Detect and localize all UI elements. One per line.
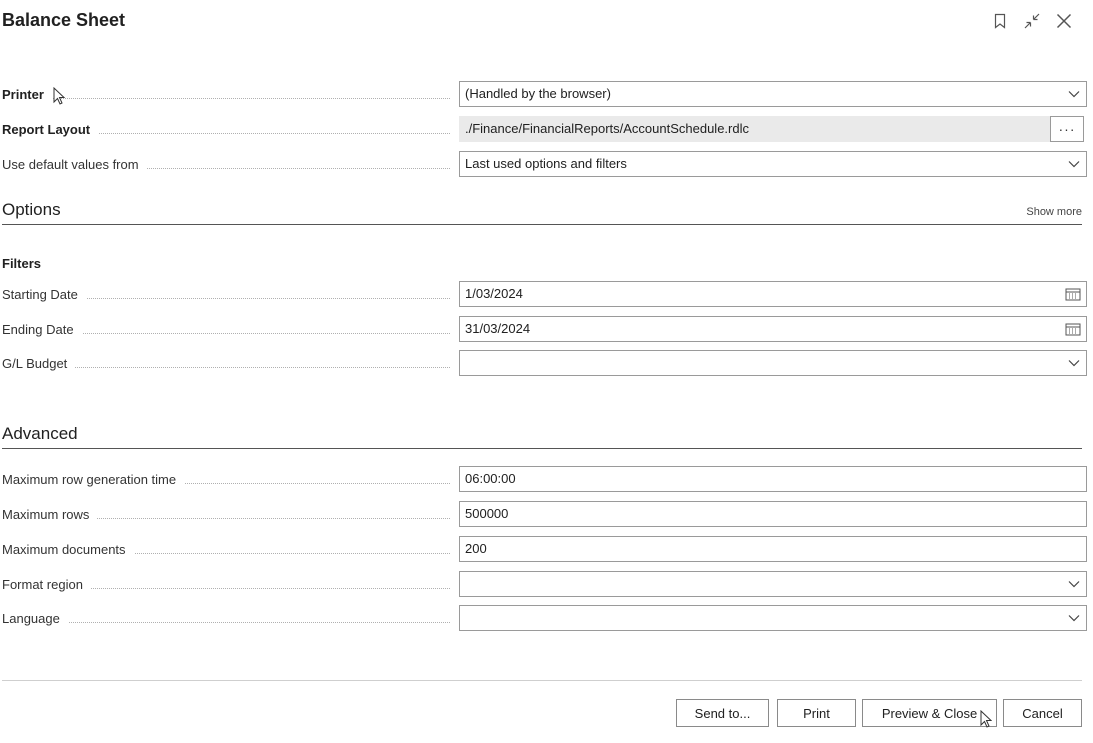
print-button[interactable]: Print [777,699,856,727]
gl-budget-label: G/L Budget [2,356,76,371]
report-layout-lookup-button[interactable]: ··· [1050,116,1084,142]
ending-date-input[interactable]: 31/03/2024 [459,316,1087,342]
max-row-time-label: Maximum row generation time [2,472,185,487]
max-documents-input[interactable]: 200 [459,536,1087,562]
ending-date-value: 31/03/2024 [465,321,531,336]
calendar-icon[interactable] [1065,317,1081,341]
mouse-cursor-icon [53,86,66,110]
gl-budget-row: G/L Budget [2,350,1087,378]
collapse-icon[interactable] [1023,10,1041,32]
bookmark-icon[interactable] [991,10,1009,32]
max-row-time-input[interactable]: 06:00:00 [459,466,1087,492]
starting-date-value: 1/03/2024 [465,286,523,301]
max-documents-label: Maximum documents [2,542,134,557]
printer-label: Printer [2,87,52,102]
max-rows-input[interactable]: 500000 [459,501,1087,527]
filters-heading: Filters [2,256,42,271]
max-rows-row: Maximum rows 500000 [2,501,1087,529]
language-row: Language [2,605,1087,633]
chevron-down-icon [1068,572,1080,596]
close-icon[interactable] [1055,10,1073,32]
options-heading[interactable]: Options [2,200,61,220]
window-controls [991,10,1073,32]
dialog-title: Balance Sheet [2,10,126,30]
starting-date-input[interactable]: 1/03/2024 [459,281,1087,307]
printer-row: Printer (Handled by the browser) [2,81,1087,109]
send-to-button[interactable]: Send to... [676,699,769,727]
starting-date-label: Starting Date [2,287,86,302]
defaults-value: Last used options and filters [465,156,627,171]
options-section-header: Options Show more [2,200,1082,225]
defaults-select[interactable]: Last used options and filters [459,151,1087,177]
format-region-row: Format region [2,571,1087,599]
mouse-cursor-icon [980,709,993,733]
defaults-label: Use default values from [2,157,147,172]
chevron-down-icon [1068,351,1080,375]
ending-date-row: Ending Date 31/03/2024 [2,316,1087,344]
show-more-link[interactable]: Show more [1026,206,1082,218]
calendar-icon[interactable] [1065,282,1081,306]
report-layout-row: Report Layout ./Finance/FinancialReports… [2,116,1084,144]
max-rows-label: Maximum rows [2,507,98,522]
max-row-time-row: Maximum row generation time 06:00:00 [2,466,1087,494]
language-label: Language [2,611,68,626]
gl-budget-select[interactable] [459,350,1087,376]
language-select[interactable] [459,605,1087,631]
starting-date-row: Starting Date 1/03/2024 [2,281,1087,309]
chevron-down-icon [1068,606,1080,630]
footer-divider [2,680,1082,681]
advanced-section-header: Advanced [2,424,1082,449]
printer-value: (Handled by the browser) [465,86,611,101]
advanced-heading[interactable]: Advanced [2,424,78,444]
printer-select[interactable]: (Handled by the browser) [459,81,1087,107]
format-region-select[interactable] [459,571,1087,597]
max-documents-row: Maximum documents 200 [2,536,1087,564]
cancel-button[interactable]: Cancel [1003,699,1082,727]
preview-close-button[interactable]: Preview & Close [862,699,997,727]
report-layout-label: Report Layout [2,122,99,137]
report-layout-field: ./Finance/FinancialReports/AccountSchedu… [459,116,1050,142]
ending-date-label: Ending Date [2,322,82,337]
defaults-row: Use default values from Last used option… [2,151,1087,179]
chevron-down-icon [1068,152,1080,176]
format-region-label: Format region [2,577,91,592]
chevron-down-icon [1068,82,1080,106]
